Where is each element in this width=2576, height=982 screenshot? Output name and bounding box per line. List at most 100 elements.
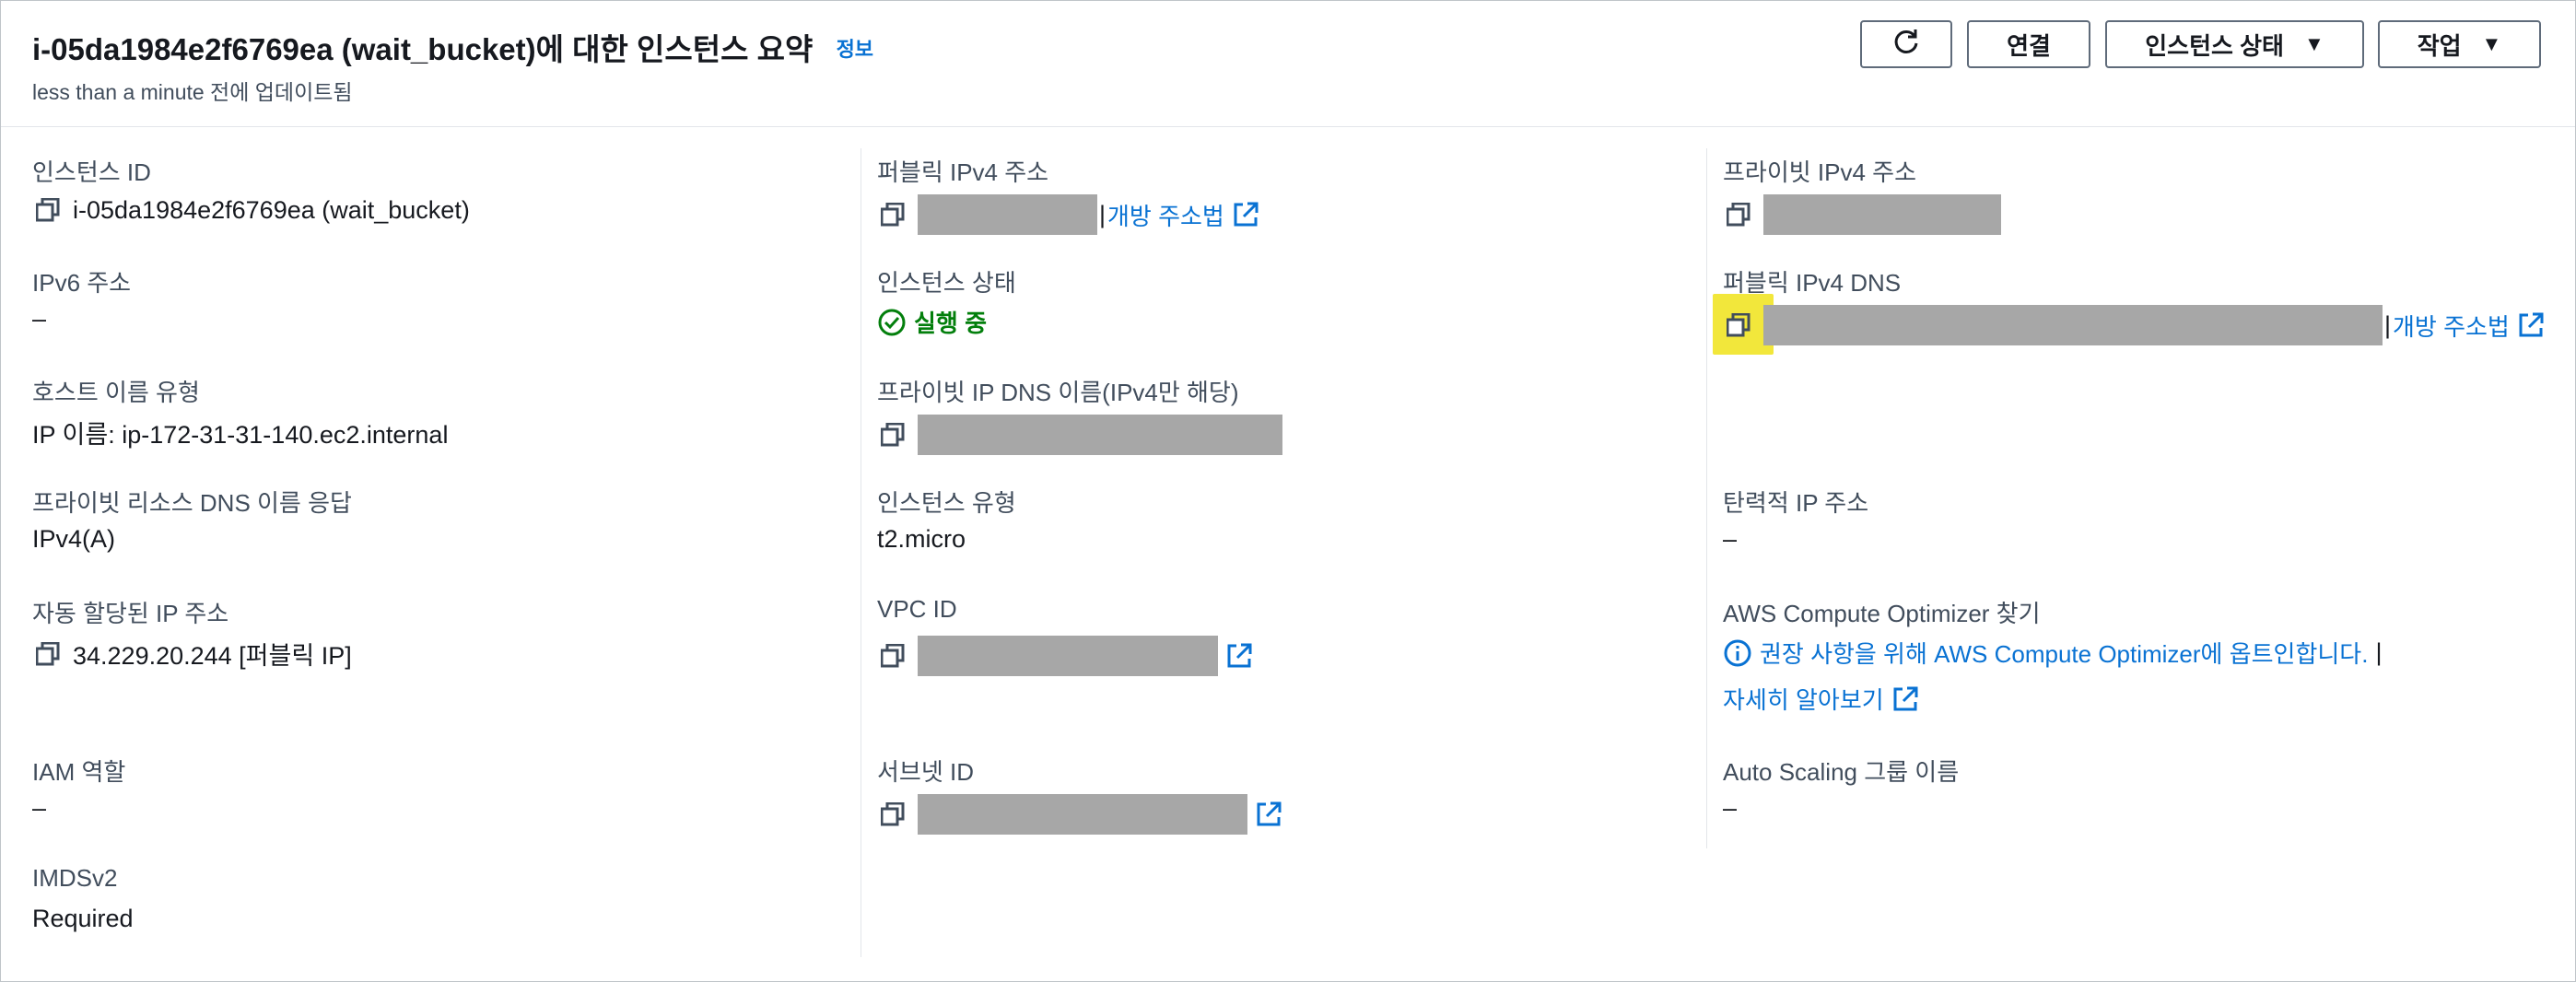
field-label: IPv6 주소 [32,269,132,297]
field-label: 프라이빗 IP DNS 이름(IPv4만 해당) [877,379,1239,406]
redacted-value [1763,305,2383,345]
refresh-icon [1891,26,1922,64]
field-value [877,794,1282,835]
info-link[interactable]: 정보 [837,38,873,61]
field-label: VPC ID [877,595,957,623]
field-public-ipv4-dns: 퍼블릭 IPv4 DNS | 개방 주소법 [1713,264,2544,355]
copy-icon[interactable] [1723,310,1754,341]
redacted-value [918,636,1218,676]
field-label: 탄력적 IP 주소 [1723,489,1869,517]
copy-icon[interactable] [877,419,908,450]
field-label: 자동 할당된 IP 주소 [32,600,229,627]
redacted-value [918,194,1097,235]
separator: | [2384,310,2392,339]
field-label: 인스턴스 유형 [877,489,1016,517]
field-value: | 개방 주소법 [1723,305,2545,345]
redacted-value [1763,194,2001,235]
field-label: 퍼블릭 IPv4 주소 [877,158,1049,186]
field-iam-role: IAM 역할 – [32,754,126,822]
field-instance-id: 인스턴스 ID i-05da1984e2f6769ea (wait_bucket… [32,154,470,224]
info-circle-icon [1723,638,1752,668]
redacted-value [918,794,1247,835]
field-imdsv2: IMDSv2 Required [32,864,134,932]
field-value: – [32,794,47,822]
status-text: 실행 중 [914,310,987,337]
field-label: 프라이빗 IPv4 주소 [1723,158,1916,186]
external-link-icon[interactable] [2517,311,2545,339]
field-instance-type: 인스턴스 유형 t2.micro [877,485,1016,553]
field-value [877,636,1253,676]
learn-more-link[interactable]: 자세히 알아보기 [1723,682,1884,716]
open-address-link[interactable]: 개방 주소법 [1107,198,1224,232]
instance-state-label: 인스턴스 상태 [2145,31,2284,60]
field-label: 호스트 이름 유형 [32,379,200,406]
connect-button[interactable]: 연결 [1967,20,2090,68]
field-value: – [1723,525,1738,553]
open-address-link[interactable]: 개방 주소법 [2393,309,2510,343]
copy-icon[interactable] [877,199,908,230]
summary-header: i-05da1984e2f6769ea (wait_bucket)에 대한 인스… [1,1,2575,127]
field-subnet-id: 서브넷 ID [877,754,1282,835]
field-vpc-id: VPC ID [877,595,1252,676]
field-value: 실행 중 [877,305,987,339]
external-link-icon[interactable] [1255,801,1282,828]
column-divider [1706,148,1707,848]
field-value: 34.229.20.244 [퍼블릭 IP] [32,636,352,672]
actions-label: 작업 [2417,31,2462,60]
field-label: 서브넷 ID [877,758,974,786]
redacted-value [918,415,1282,455]
field-value: t2.micro [877,525,966,553]
field-label: AWS Compute Optimizer 찾기 [1723,600,2041,627]
field-value [877,415,1282,455]
field-value: IP 이름: ip-172-31-31-140.ec2.internal [32,421,449,449]
field-public-ipv4: 퍼블릭 IPv4 주소 | 개방 주소법 [877,154,1259,235]
field-private-ip-dns: 프라이빗 IP DNS 이름(IPv4만 해당) [877,374,1282,455]
field-value: – [32,305,47,333]
auto-ip-value: 34.229.20.244 [퍼블릭 IP] [73,642,352,670]
last-updated-text: less than a minute 전에 업데이트됨 [32,80,353,104]
external-link-icon[interactable] [1232,201,1259,228]
copy-icon[interactable] [1723,199,1754,230]
field-label: Auto Scaling 그룹 이름 [1723,758,1960,786]
check-circle-icon [878,309,906,335]
caret-down-icon: ▼ [2303,32,2324,55]
instance-id-value: i-05da1984e2f6769ea (wait_bucket) [73,195,470,224]
field-compute-optimizer: AWS Compute Optimizer 찾기 권장 사항을 위해 AWS C… [1723,595,2382,714]
actions-dropdown[interactable]: 작업 ▼ [2378,20,2541,68]
field-value: – [1723,794,1738,822]
field-label: 프라이빗 리소스 DNS 이름 응답 [32,489,352,517]
status-running: 실행 중 [877,305,987,339]
field-auto-scaling-group: Auto Scaling 그룹 이름 – [1723,754,1960,822]
separator: | [1099,200,1107,228]
field-instance-state: 인스턴스 상태 실행 중 [877,264,1016,337]
copy-icon[interactable] [32,194,64,226]
field-label: 인스턴스 ID [32,158,151,186]
page-title: i-05da1984e2f6769ea (wait_bucket)에 대한 인스… [32,25,873,69]
optimizer-opt-in-link[interactable]: 권장 사항을 위해 AWS Compute Optimizer에 옵트인합니다. [1760,636,2368,670]
learn-more-row: 자세히 알아보기 [1723,682,1919,716]
field-value: | 개방 주소법 [877,194,1259,235]
external-link-icon[interactable] [1891,685,1919,713]
field-value: IPv4(A) [32,525,116,553]
copy-icon[interactable] [877,799,908,830]
field-private-ipv4: 프라이빗 IPv4 주소 [1723,154,2001,235]
field-label: IAM 역할 [32,758,126,786]
field-label: 인스턴스 상태 [877,269,1016,297]
field-label: IMDSv2 [32,864,118,892]
field-ipv6: IPv6 주소 – [32,264,132,333]
caret-down-icon: ▼ [2481,32,2502,55]
field-private-dns-answer: 프라이빗 리소스 DNS 이름 응답 IPv4(A) [32,485,352,553]
field-hostname-type: 호스트 이름 유형 IP 이름: ip-172-31-31-140.ec2.in… [32,374,448,449]
field-value: Required [32,905,134,932]
separator: | [2375,638,2383,666]
page-title-text: i-05da1984e2f6769ea (wait_bucket)에 대한 인스… [32,32,814,66]
field-value [1723,194,2001,235]
field-elastic-ip: 탄력적 IP 주소 – [1723,485,1869,553]
instance-summary-panel: i-05da1984e2f6769ea (wait_bucket)에 대한 인스… [0,0,2576,982]
copy-icon[interactable] [877,640,908,672]
instance-state-dropdown[interactable]: 인스턴스 상태 ▼ [2105,20,2364,68]
field-value: 권장 사항을 위해 AWS Compute Optimizer에 옵트인합니다.… [1723,636,2383,670]
copy-icon[interactable] [32,638,64,670]
refresh-button[interactable] [1860,20,1952,68]
external-link-icon[interactable] [1225,642,1253,670]
